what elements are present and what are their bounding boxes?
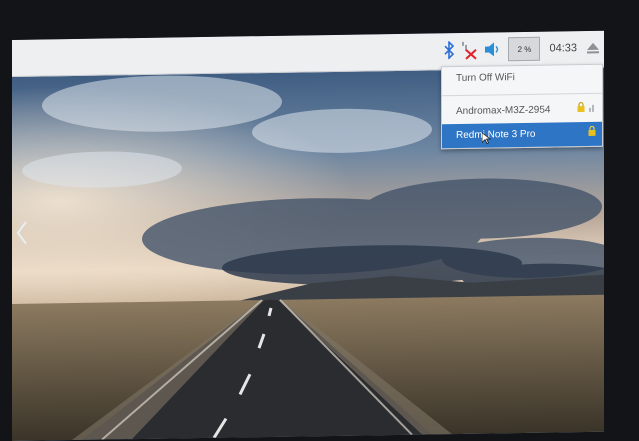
lock-icon bbox=[588, 122, 596, 146]
wifi-menu: Turn Off WiFi Andromax-M3Z-2954 Redmi No… bbox=[441, 63, 603, 150]
cpu-monitor[interactable]: 2 % bbox=[508, 36, 541, 62]
mouse-cursor-icon bbox=[481, 130, 492, 154]
lock-icon bbox=[577, 98, 585, 122]
chevron-left-icon[interactable] bbox=[16, 220, 28, 251]
clock[interactable]: 04:33 bbox=[546, 36, 580, 61]
network-name: Andromax-M3Z-2954 bbox=[456, 104, 551, 118]
eject-icon[interactable] bbox=[586, 36, 600, 60]
signal-strength-icon bbox=[588, 98, 596, 122]
bluetooth-icon[interactable] bbox=[444, 38, 455, 62]
system-tray: 2 % 04:33 bbox=[444, 35, 600, 63]
volume-icon[interactable] bbox=[484, 37, 502, 61]
network-item[interactable]: Andromax-M3Z-2954 bbox=[442, 98, 602, 125]
network-name: Redmi Note 3 Pro bbox=[456, 128, 536, 142]
desktop-screen: 2 % 04:33 Turn Off WiFi Andromax-M3Z-295… bbox=[12, 30, 604, 441]
wifi-disconnected-icon[interactable] bbox=[460, 38, 478, 62]
menu-separator bbox=[442, 92, 602, 97]
turn-off-wifi-item[interactable]: Turn Off WiFi bbox=[442, 65, 602, 92]
network-item-selected[interactable]: Redmi Note 3 Pro bbox=[442, 121, 602, 149]
